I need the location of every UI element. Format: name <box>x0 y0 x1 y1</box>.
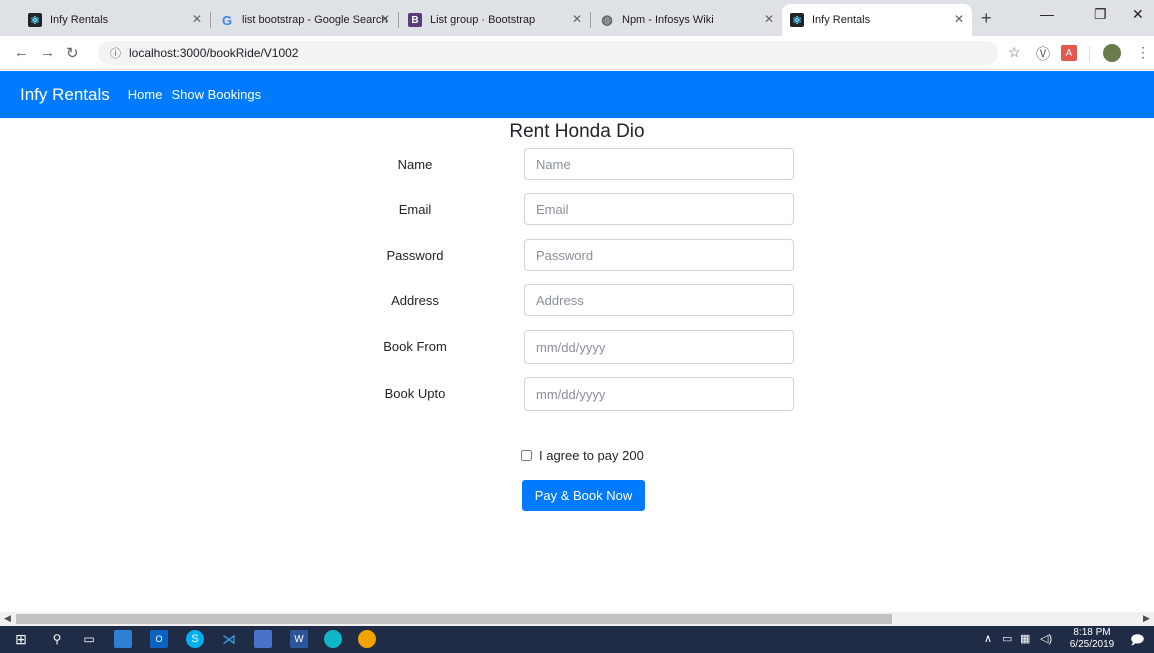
globe-icon: ◍ <box>601 12 613 27</box>
tab-divider <box>398 12 399 28</box>
skype-icon[interactable]: S <box>186 630 204 648</box>
reload-icon[interactable]: ↻ <box>66 44 79 62</box>
form-row-book-upto: Book Upto <box>0 377 1154 411</box>
close-icon[interactable]: ✕ <box>380 12 390 26</box>
windows-start-icon[interactable]: ⊞ <box>12 630 30 648</box>
browser-tab-google-search[interactable]: G list bootstrap - Google Search ✕ <box>212 4 398 36</box>
new-tab-icon[interactable]: + <box>981 8 992 29</box>
pdf-extension-icon[interactable]: A <box>1061 45 1077 61</box>
toolbar-divider <box>1089 46 1090 62</box>
address-bar[interactable]: ⓘ localhost:3000/bookRide/V1002 <box>98 41 998 65</box>
form-row-address: Address <box>0 284 1154 318</box>
agree-label: I agree to pay 200 <box>539 448 644 463</box>
navbar-brand[interactable]: Infy Rentals <box>20 85 110 105</box>
close-icon[interactable]: ✕ <box>572 12 582 26</box>
pay-and-book-button[interactable]: Pay & Book Now <box>522 480 645 511</box>
browser-tab-list-group[interactable]: B List group · Bootstrap ✕ <box>400 4 590 36</box>
password-label: Password <box>386 248 444 263</box>
tab-title: List group · Bootstrap <box>430 14 536 26</box>
scroll-right-arrow-icon[interactable]: ▶ <box>1143 613 1150 624</box>
remote-desktop-icon[interactable] <box>254 630 272 648</box>
forward-icon[interactable]: → <box>40 44 55 61</box>
restore-icon[interactable]: ❐ <box>1094 6 1107 23</box>
word-icon[interactable]: W <box>290 630 308 648</box>
agree-checkbox[interactable] <box>521 450 532 461</box>
tab-title: Infy Rentals <box>812 14 871 26</box>
back-icon[interactable]: ← <box>14 44 29 61</box>
react-icon: ⚛ <box>790 13 804 27</box>
form-row-email: Email <box>0 193 1154 227</box>
form-row-book-from: Book From <box>0 330 1154 364</box>
clock-time: 8:18 PM <box>1073 627 1111 638</box>
chrome-icon[interactable] <box>358 630 376 648</box>
tray-chevron-icon[interactable]: ∧ <box>984 632 992 645</box>
book-upto-label: Book Upto <box>384 386 446 401</box>
task-view-icon[interactable]: ▭ <box>80 630 98 648</box>
close-icon[interactable]: ✕ <box>764 12 774 26</box>
close-icon[interactable]: ✕ <box>192 12 202 26</box>
google-icon: G <box>221 12 233 28</box>
form-row-name: Name <box>0 148 1154 182</box>
nav-link-home[interactable]: Home <box>128 87 163 102</box>
name-input[interactable] <box>524 148 794 180</box>
scroll-left-arrow-icon[interactable]: ◀ <box>4 613 11 624</box>
browser-tab-infy-rentals-active[interactable]: ⚛ Infy Rentals ✕ <box>782 4 972 36</box>
window-close-icon[interactable]: ✕ <box>1132 6 1144 23</box>
extension-v-icon[interactable]: Ⓥ <box>1036 44 1050 64</box>
horizontal-scrollbar[interactable]: ◀ ▶ <box>0 612 1154 626</box>
address-label: Address <box>391 293 439 308</box>
address-input[interactable] <box>524 284 794 316</box>
browser-tab-strip: ⚛ Infy Rentals ✕ G list bootstrap - Goog… <box>0 0 1154 36</box>
notifications-icon[interactable]: 🗩 <box>1130 631 1144 653</box>
bootstrap-icon: B <box>408 13 422 27</box>
app-navbar: Infy Rentals Home Show Bookings <box>0 71 1154 118</box>
tab-title: list bootstrap - Google Search <box>242 14 388 26</box>
form-row-password: Password <box>0 239 1154 273</box>
windows-taskbar: ⊞ ⚲ ▭ O S ⋊ W ∧ ▭ ▦ ◁) 8:18 PM 6/25/2019… <box>0 626 1154 653</box>
book-from-date-input[interactable] <box>524 330 794 364</box>
name-label: Name <box>397 157 433 172</box>
clock-date: 6/25/2019 <box>1069 639 1115 650</box>
nav-link-show-bookings[interactable]: Show Bookings <box>171 87 261 102</box>
scrollbar-thumb[interactable] <box>16 614 892 624</box>
battery-icon[interactable]: ▭ <box>1002 632 1012 645</box>
edge-icon[interactable] <box>324 630 342 648</box>
react-icon: ⚛ <box>28 13 42 27</box>
search-icon[interactable]: ⚲ <box>48 630 66 648</box>
outlook-icon[interactable]: O <box>150 630 168 648</box>
volume-icon[interactable]: ◁) <box>1040 632 1052 645</box>
tab-divider <box>210 12 211 28</box>
close-icon[interactable]: ✕ <box>954 12 964 26</box>
info-icon[interactable]: ⓘ <box>110 45 121 61</box>
browser-toolbar: ← → ↻ ⓘ localhost:3000/bookRide/V1002 ☆ … <box>0 36 1154 70</box>
browser-tab-npm-wiki[interactable]: ◍ Npm - Infosys Wiki ✕ <box>592 4 782 36</box>
form-title: Rent Honda Dio <box>509 121 645 142</box>
profile-avatar[interactable] <box>1103 44 1121 62</box>
email-label: Email <box>398 202 432 217</box>
minimize-icon[interactable]: — <box>1040 6 1054 22</box>
kebab-menu-icon[interactable]: ⋮ <box>1136 44 1150 61</box>
network-icon[interactable]: ▦ <box>1020 632 1030 645</box>
tab-divider <box>590 12 591 28</box>
agree-checkbox-row[interactable]: I agree to pay 200 <box>521 448 644 463</box>
bookmark-star-icon[interactable]: ☆ <box>1008 44 1021 61</box>
tab-title: Npm - Infosys Wiki <box>622 14 714 26</box>
browser-tab-infy-rentals-1[interactable]: ⚛ Infy Rentals ✕ <box>20 4 210 36</box>
password-input[interactable] <box>524 239 794 271</box>
email-input[interactable] <box>524 193 794 225</box>
book-upto-date-input[interactable] <box>524 377 794 411</box>
book-from-label: Book From <box>383 339 447 354</box>
vscode-icon[interactable]: ⋊ <box>220 630 238 648</box>
file-explorer-icon[interactable] <box>114 630 132 648</box>
tab-title: Infy Rentals <box>50 14 109 26</box>
url-text: localhost:3000/bookRide/V1002 <box>129 46 299 60</box>
taskbar-clock[interactable]: 8:18 PM 6/25/2019 <box>1062 627 1122 651</box>
